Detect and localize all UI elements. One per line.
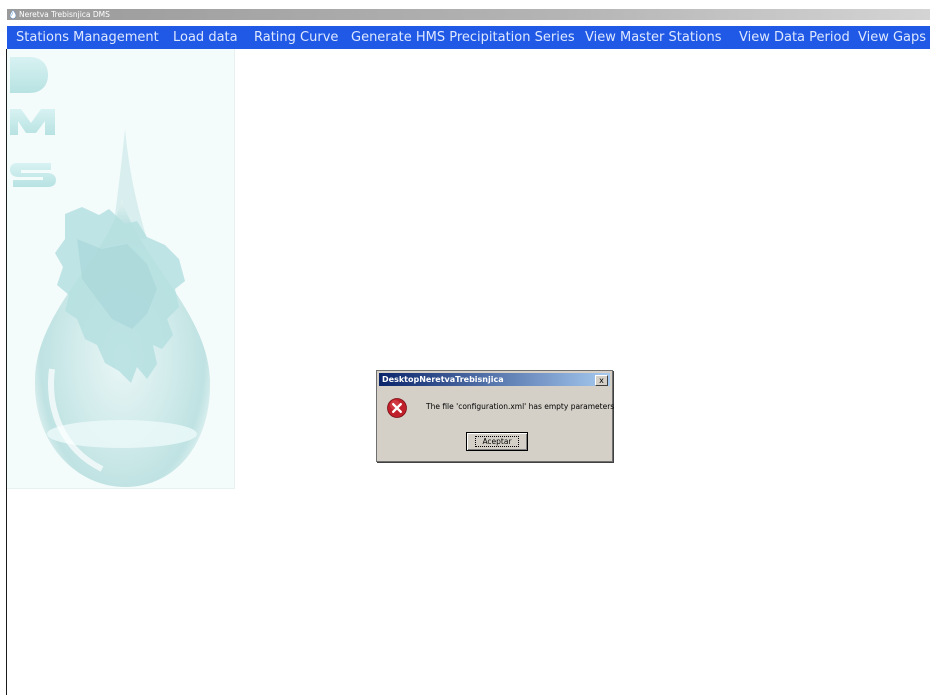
menu-stations-management[interactable]: Stations Management [16,26,159,49]
error-icon [387,398,407,418]
side-logo-panel [7,49,235,489]
menu-view-master-stations[interactable]: View Master Stations [585,26,722,49]
window-title: Neretva Trebisnjica DMS [19,10,110,19]
water-drop-app-icon [9,10,17,19]
error-dialog: DesktopNeretvaTrebisnjica x The file 'co… [376,370,615,462]
dialog-title: DesktopNeretvaTrebisnjica [382,375,504,384]
accept-button[interactable]: Aceptar [466,432,528,451]
menu-rating-curve[interactable]: Rating Curve [254,26,338,49]
menu-generate-hms-precipitation-series[interactable]: Generate HMS Precipitation Series [351,26,575,49]
dialog-close-button[interactable]: x [595,375,608,386]
logo-letter-s [10,163,56,187]
dialog-title-bar[interactable]: DesktopNeretvaTrebisnjica x [379,373,610,386]
menu-view-gaps[interactable]: View Gaps [858,26,926,49]
menu-bar: Stations Management Load data Rating Cur… [7,26,930,49]
logo-letter-d [10,57,48,93]
logo-letter-m [10,109,55,135]
accept-button-label: Aceptar [475,436,519,447]
dms-logo-graphic [10,57,211,487]
menu-load-data[interactable]: Load data [173,26,238,49]
dialog-message: The file 'configuration.xml' has empty p… [426,402,615,411]
menu-view-data-period[interactable]: View Data Period [739,26,850,49]
window-title-bar[interactable]: Neretva Trebisnjica DMS [7,9,930,20]
